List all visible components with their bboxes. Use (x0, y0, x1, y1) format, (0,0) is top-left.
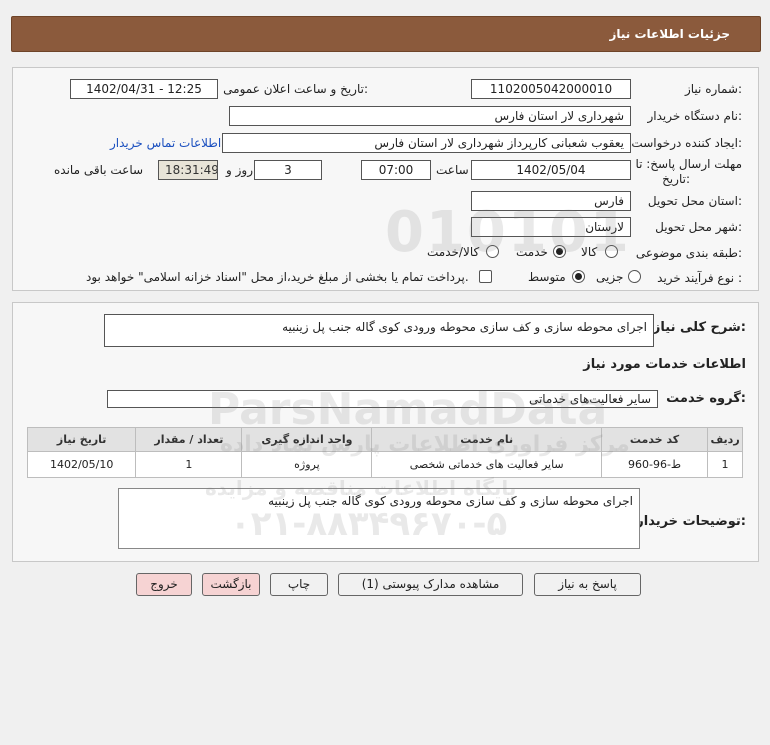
cell-service-name: سایر فعالیت های خدماتی شخصی (371, 451, 602, 478)
table-header-row: ردیف کد خدمت نام خدمت واحد اندازه گیری ت… (26, 427, 743, 452)
deadline-time-label: ساعت (436, 163, 469, 177)
page-header: جزئیات اطلاعات نیاز (11, 16, 761, 52)
remaining-time-label: ساعت باقی مانده (54, 163, 144, 177)
deadline-time-field: 07:00 (361, 160, 431, 180)
announce-field: 1402/04/31 - 12:25 (70, 79, 218, 99)
cell-need-date: 1402/05/10 (26, 451, 137, 478)
creator-label: ایجاد کننده درخواست: (631, 136, 742, 150)
treasury-checkbox-label: پرداخت تمام یا بخشی از مبلغ خرید،از محل … (86, 270, 469, 284)
category-label: طبقه بندی موضوعی: (635, 246, 742, 260)
col-header-service-code: کد خدمت (600, 427, 709, 452)
service-group-label: گروه خدمت: (666, 391, 746, 406)
deadline-date-field: 1402/05/04 (471, 160, 631, 180)
cell-service-code: ط-96-960 (600, 451, 709, 478)
process-option-minor: جزیی (596, 270, 624, 284)
cell-quantity: 1 (135, 451, 243, 478)
col-header-unit: واحد اندازه گیری (241, 427, 373, 452)
buyer-org-field: شهرداری لار استان فارس (229, 106, 631, 126)
need-number-field: 1102005042000010 (471, 79, 631, 99)
province-label: استان محل تحویل: (647, 194, 742, 208)
days-label: روز و (226, 163, 253, 177)
treasury-checkbox[interactable] (479, 270, 492, 283)
deadline-label-line2: تاریخ: (662, 172, 690, 186)
col-header-service-name: نام خدمت (371, 427, 602, 452)
col-header-quantity: تعداد / مقدار (135, 427, 243, 452)
remaining-time-field: 18:31:49 (158, 160, 218, 180)
buyer-contact-link[interactable]: اطلاعات تماس خریدار (110, 136, 221, 150)
table-row: 1 ط-96-960 سایر فعالیت های خدماتی شخصی پ… (26, 451, 743, 478)
category-option-service: خدمت (516, 245, 548, 259)
days-field: 3 (254, 160, 322, 180)
city-label: شهر محل تحویل: (655, 220, 742, 234)
summary-label: شرح کلی نیاز: (652, 320, 746, 335)
view-attachments-button[interactable]: مشاهده مدارک پیوستی (1) (338, 573, 523, 596)
creator-field: یعقوب شعبانی کارپرداز شهرداری لار استان … (222, 133, 631, 153)
col-header-row-number: ردیف (707, 427, 743, 452)
deadline-label-line1: مهلت ارسال پاسخ: تا (635, 157, 742, 171)
print-button[interactable]: چاپ (270, 573, 328, 596)
process-radio-medium[interactable] (572, 270, 585, 283)
services-table-wrap: ردیف کد خدمت نام خدمت واحد اندازه گیری ت… (26, 427, 743, 478)
province-field: فارس (471, 191, 631, 211)
cell-row-number: 1 (707, 451, 743, 478)
need-number-label: شماره نیاز: (684, 82, 742, 96)
process-radio-minor[interactable] (628, 270, 641, 283)
back-button[interactable]: بازگشت (202, 573, 260, 596)
city-field: لارستان (471, 217, 631, 237)
exit-button[interactable]: خروج (136, 573, 192, 596)
reply-button[interactable]: پاسخ به نیاز (534, 573, 641, 596)
category-radio-service[interactable] (553, 245, 566, 258)
category-radio-goods[interactable] (605, 245, 618, 258)
col-header-need-date: تاریخ نیاز (26, 427, 137, 452)
process-label: نوع فرآیند خرید : (657, 271, 742, 285)
services-table: ردیف کد خدمت نام خدمت واحد اندازه گیری ت… (26, 427, 743, 478)
buyer-notes-label: توضیحات خریدار: (636, 514, 746, 529)
buyer-notes-field: اجرای محوطه سازی و کف سازی محوطه ورودی ک… (118, 488, 640, 549)
announce-label: تاریخ و ساعت اعلان عمومی: (223, 82, 368, 96)
service-group-field: سایر فعالیت‌های خدماتی (107, 390, 658, 408)
category-option-goods-service: کالا/خدمت (427, 245, 480, 259)
category-radio-goods-service[interactable] (486, 245, 499, 258)
summary-field: اجرای محوطه سازی و کف سازی محوطه ورودی ک… (104, 314, 654, 347)
category-option-goods: کالا (581, 245, 598, 259)
services-section-title: اطلاعات خدمات مورد نیاز (583, 357, 746, 372)
page-title: جزئیات اطلاعات نیاز (609, 27, 730, 41)
cell-unit: پروژه (241, 451, 373, 478)
process-option-medium: متوسط (528, 270, 566, 284)
buyer-org-label: نام دستگاه خریدار: (647, 109, 743, 123)
